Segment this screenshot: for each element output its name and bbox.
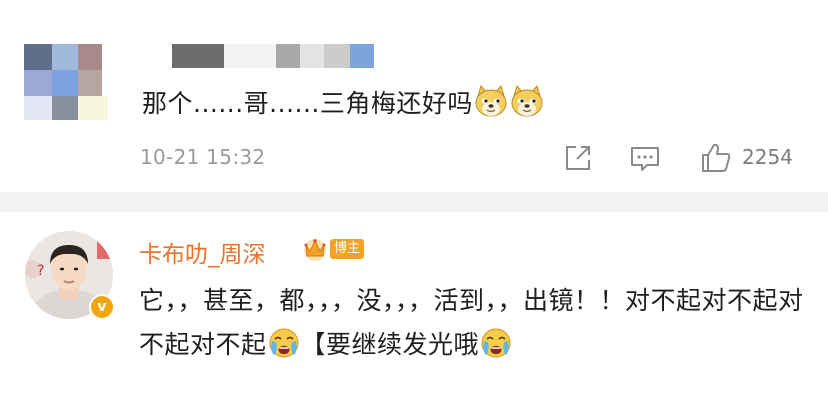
comment-icon[interactable] (627, 140, 663, 176)
host-badge: 博主 (330, 239, 365, 259)
crying-emoji (481, 328, 511, 358)
section-divider (0, 192, 828, 212)
comment-text: 那个......哥......三角梅还好吗 (142, 84, 545, 122)
like-count: 2254 (742, 145, 793, 169)
verified-badge-label: v (91, 296, 113, 318)
like-icon[interactable] (698, 140, 734, 176)
crown-icon (304, 239, 326, 261)
doge-emoji (475, 84, 507, 117)
comment-text-part-2: 【要继续发光哦 (300, 330, 480, 359)
verified-badge: v (89, 294, 115, 320)
doge-emoji (511, 84, 543, 117)
crying-emoji (269, 328, 299, 358)
comment-timestamp: 10-21 15:32 (140, 145, 266, 169)
comment-text-content: 那个......哥......三角梅还好吗 (142, 89, 473, 118)
username[interactable]: 卡布叻_周深 (139, 235, 266, 269)
blurred-avatar[interactable] (24, 44, 114, 122)
blurred-username[interactable] (172, 44, 382, 68)
share-icon[interactable] (560, 140, 596, 176)
svg-text:?: ? (37, 263, 44, 279)
comment-text: 它，，甚至，都，，，没，，，活到，，出镜！！对不起对不起对不起对不起 【要继续发… (139, 279, 807, 367)
